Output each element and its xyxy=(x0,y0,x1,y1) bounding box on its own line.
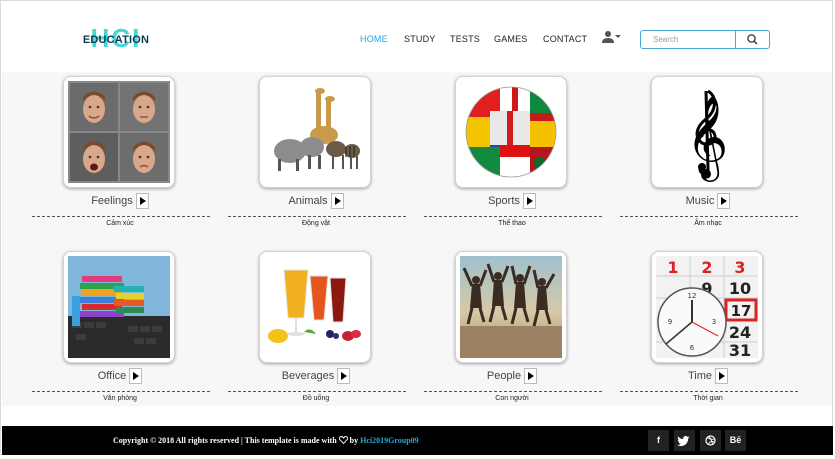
divider xyxy=(620,216,798,217)
user-icon[interactable] xyxy=(602,30,622,44)
people-jumping-image[interactable] xyxy=(455,251,567,363)
divider xyxy=(228,216,406,217)
calendar-clock-image[interactable]: 123 9 10 24 31 17 12 3 6 9 xyxy=(651,251,763,363)
nav-tests[interactable]: TESTS xyxy=(450,34,480,44)
svg-text:24: 24 xyxy=(729,323,751,342)
category-title: Beverages xyxy=(281,370,335,382)
svg-text:12: 12 xyxy=(688,292,697,300)
by-label: by xyxy=(349,436,359,445)
dribbble-icon[interactable] xyxy=(700,430,721,451)
behance-icon[interactable]: Bē xyxy=(725,430,746,451)
treble-clef-image[interactable]: 𝄞 xyxy=(651,76,763,188)
logo-text: EDUCATION xyxy=(82,34,150,46)
category-subtitle: Âm nhạc xyxy=(694,220,722,227)
category-title: Animals xyxy=(288,195,328,207)
svg-text:2: 2 xyxy=(701,258,712,277)
category-subtitle: Thể thao xyxy=(498,220,526,227)
nav-study[interactable]: STUDY xyxy=(404,34,436,44)
category-subtitle: Động vật xyxy=(301,220,331,227)
heart-icon xyxy=(338,436,348,445)
divider xyxy=(424,391,602,392)
divider xyxy=(32,391,210,392)
divider xyxy=(32,216,210,217)
site-footer: Copyright © 2018 All rights reserved | T… xyxy=(2,426,833,455)
search-box xyxy=(640,30,770,49)
site-logo[interactable]: HCI EDUCATION xyxy=(77,24,155,54)
category-title: Office xyxy=(97,370,127,382)
category-title: Feelings xyxy=(91,195,133,207)
play-icon[interactable] xyxy=(330,193,344,209)
nav-home[interactable]: HOME xyxy=(360,34,388,44)
category-subtitle: Cảm xúc xyxy=(106,220,134,227)
play-icon[interactable] xyxy=(524,368,538,384)
nav-contact[interactable]: CONTACT xyxy=(543,34,587,44)
drinks-image[interactable] xyxy=(259,251,371,363)
category-subtitle: Thời gian xyxy=(693,395,723,402)
category-subtitle: Đồ uống xyxy=(302,395,330,402)
faces-image[interactable] xyxy=(63,76,175,188)
svg-text:6: 6 xyxy=(690,344,695,352)
author-link[interactable]: Hci2019Group09 xyxy=(360,436,419,445)
nav-games[interactable]: GAMES xyxy=(494,34,528,44)
divider xyxy=(228,391,406,392)
site-header: HCI EDUCATION HOME STUDY TESTS GAMES CON… xyxy=(2,2,832,72)
twitter-icon[interactable] xyxy=(674,430,695,451)
category-title: Sports xyxy=(488,195,520,207)
svg-text:3: 3 xyxy=(712,318,716,326)
svg-text:3: 3 xyxy=(734,258,745,277)
flag-ball-image[interactable] xyxy=(455,76,567,188)
play-icon[interactable] xyxy=(715,368,729,384)
copyright-text: Copyright © 2018 All rights reserved | T… xyxy=(113,436,419,445)
category-title: Time xyxy=(687,370,713,382)
category-title: Music xyxy=(685,195,715,207)
divider xyxy=(620,391,798,392)
office-books-image[interactable] xyxy=(63,251,175,363)
svg-text:10: 10 xyxy=(729,279,751,298)
play-icon[interactable] xyxy=(129,368,143,384)
facebook-icon[interactable]: f xyxy=(648,430,669,451)
category-grid: Feelings Cảm xúc Animals Động vật Sports… xyxy=(2,72,832,406)
play-icon[interactable] xyxy=(337,368,351,384)
category-subtitle: Con người xyxy=(495,395,529,402)
divider xyxy=(424,216,602,217)
svg-text:1: 1 xyxy=(667,258,678,277)
category-title: People xyxy=(486,370,522,382)
search-input[interactable] xyxy=(641,31,748,48)
play-icon[interactable] xyxy=(717,193,731,209)
svg-text:17: 17 xyxy=(731,302,752,320)
svg-text:9: 9 xyxy=(668,318,672,326)
copyright-label: Copyright © 2018 All rights reserved | T… xyxy=(113,436,337,445)
play-icon[interactable] xyxy=(135,193,149,209)
search-icon xyxy=(747,34,758,45)
svg-text:31: 31 xyxy=(729,341,751,358)
play-icon[interactable] xyxy=(522,193,536,209)
search-button[interactable] xyxy=(735,31,770,48)
animals-image[interactable] xyxy=(259,76,371,188)
category-subtitle: Văn phòng xyxy=(103,395,137,402)
